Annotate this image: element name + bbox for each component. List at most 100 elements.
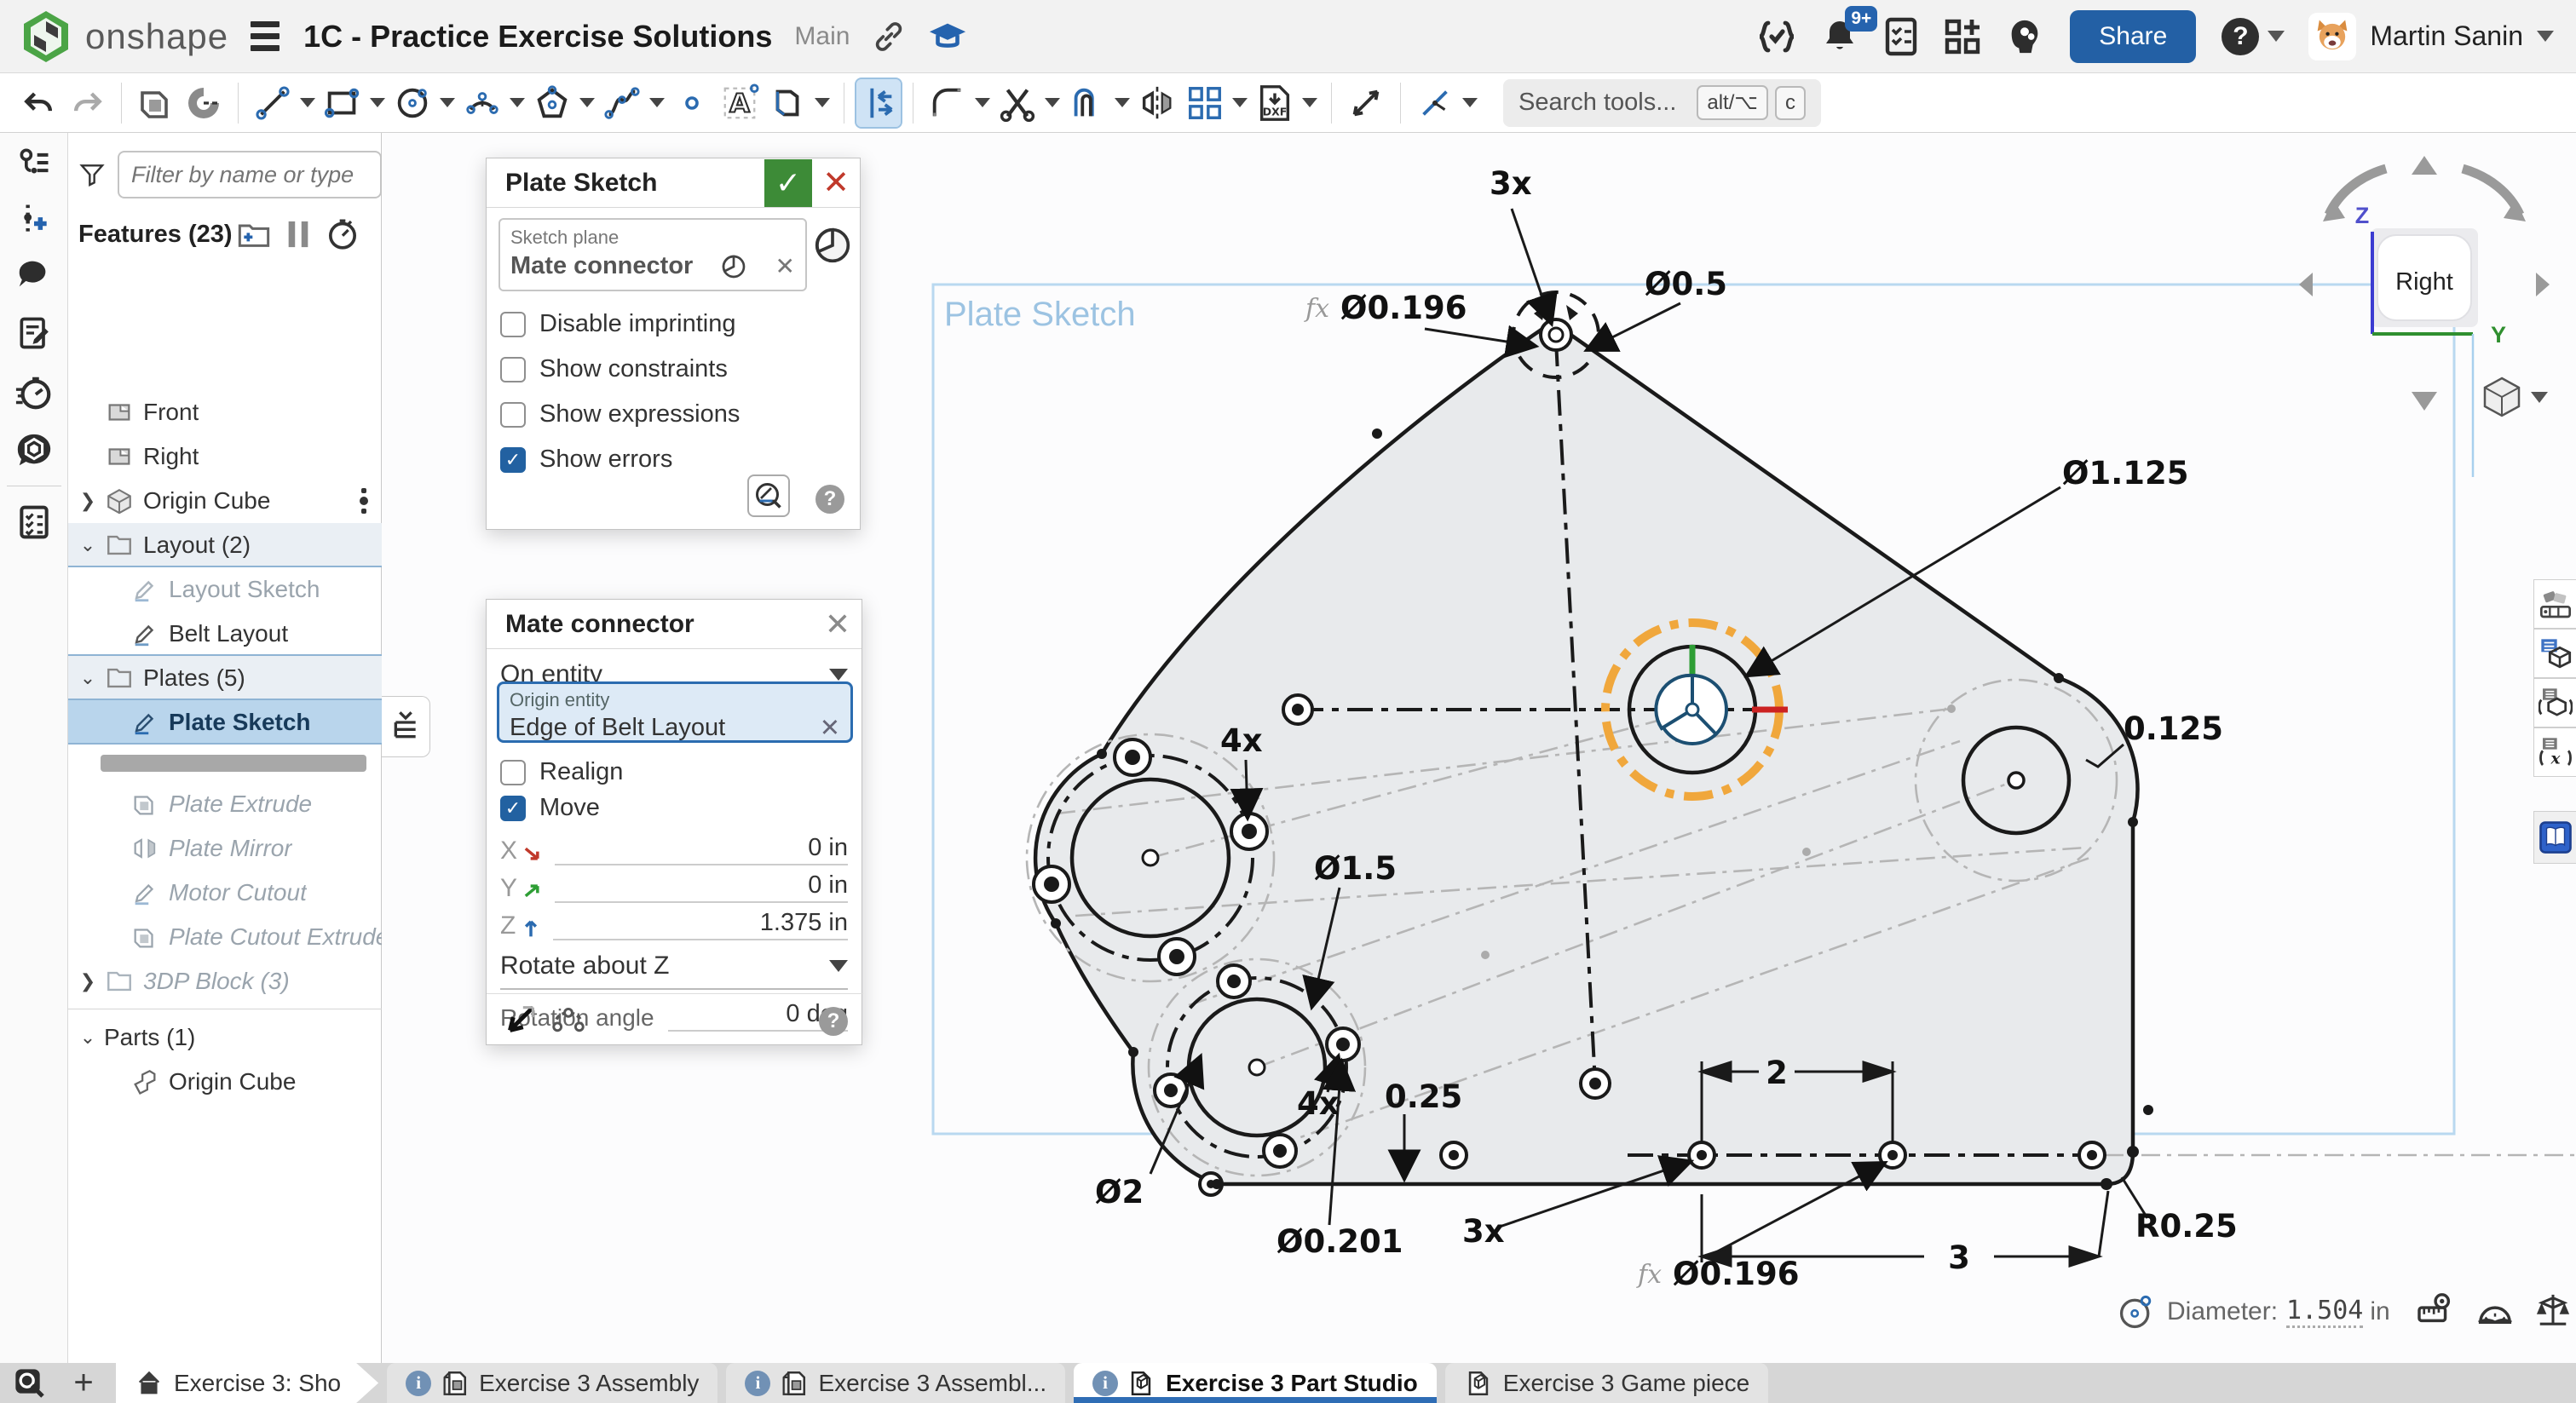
linear-pattern-tool[interactable] [1183,79,1227,127]
performance-icon[interactable] [0,368,68,417]
onshape-assistant-icon[interactable] [0,426,68,475]
show-expressions-checkbox[interactable]: ✓Show expressions [500,400,740,428]
checklist-icon[interactable] [0,497,68,547]
line-tool-caret[interactable] [300,98,315,107]
move-checkbox[interactable]: ✓Move [500,794,600,822]
filter-input[interactable] [118,151,382,198]
text-tool[interactable]: A [717,79,762,127]
slot-tool[interactable] [765,79,810,127]
workspace-branch[interactable]: Main [794,22,850,51]
feature-row-layout-folder[interactable]: ⌄ Layout (2) [68,523,382,567]
rollback-bar[interactable] [101,755,366,772]
mirror-tool[interactable] [1135,79,1179,127]
rotate-down-arrow[interactable] [2412,392,2437,411]
rectangle-tool-caret[interactable] [370,98,385,107]
show-errors-checkbox[interactable]: ✓Show errors [500,446,672,474]
measure-angle-icon[interactable] [2475,1291,2515,1331]
reorient-secondary-axis-icon[interactable] [550,1003,587,1038]
onshape-logo[interactable]: onshape [19,9,228,64]
tab-assembly-1[interactable]: i Exercise 3 Assembly [387,1363,717,1403]
feature-row-right[interactable]: Right [68,434,382,479]
expand-caret-icon[interactable]: ❯ [73,970,102,992]
flip-primary-axis-icon[interactable] [500,1003,539,1038]
x-offset-row[interactable]: X 0 in [500,828,848,865]
view-cube[interactable]: Right Z Y [2299,156,2550,477]
learning-panel-button[interactable] [2533,811,2576,864]
new-tab-button[interactable]: + [60,1363,107,1403]
accept-button[interactable]: ✓ [764,159,812,207]
construction-tool-caret[interactable] [1462,98,1478,107]
measure-distance-icon[interactable] [2418,1291,2457,1331]
user-avatar[interactable] [2308,13,2356,60]
rotate-up-arrow[interactable] [2412,156,2437,175]
dialog-help-button[interactable]: ? [815,485,844,514]
notifications-bell[interactable]: 9+ [1819,16,1860,57]
apps-store-icon[interactable] [1942,16,1983,57]
feature-row-origin-cube[interactable]: ❯ Origin Cube [68,479,382,523]
spline-tool[interactable] [600,79,644,127]
clear-field-icon[interactable]: ✕ [775,252,795,280]
feature-row-layout-sketch[interactable]: Layout Sketch [68,567,382,612]
disable-imprinting-checkbox[interactable]: ✓Disable imprinting [500,310,736,338]
clear-field-icon[interactable]: ✕ [820,713,840,743]
bom-panel-button[interactable] [2533,629,2576,678]
feature-row-plate-cutout-extrude[interactable]: Plate Cutout Extrude [68,915,382,959]
help-caret-icon[interactable] [2268,31,2285,42]
featurescript-icon[interactable] [1756,16,1797,57]
parts-section-row[interactable]: ⌄ Parts (1) [68,1015,382,1060]
slot-tool-caret[interactable] [815,98,830,107]
search-tools[interactable]: Search tools... alt/⌥ c [1503,79,1821,127]
origin-entity-field[interactable]: Origin entity Edge of Belt Layout ✕ [497,681,853,743]
tab-game-piece[interactable]: Exercise 3 Game piece [1445,1363,1768,1403]
filter-icon[interactable] [78,158,106,191]
close-dialog-button[interactable]: ✕ [814,601,862,648]
user-menu-caret-icon[interactable] [2537,31,2554,42]
collapse-caret-icon[interactable]: ⌄ [73,667,102,689]
rotate-axis-select[interactable]: Rotate about Z [500,944,848,990]
feature-row-plates-folder[interactable]: ⌄ Plates (5) [68,656,382,700]
feature-row-plate-sketch[interactable]: Plate Sketch [68,700,382,745]
realign-checkbox[interactable]: ✓Realign [500,758,623,786]
cancel-button[interactable]: ✕ [812,159,860,207]
status-value[interactable]: 1.504 [2286,1296,2363,1328]
feature-list-icon[interactable] [0,138,68,187]
insert-feature-icon[interactable] [0,194,68,244]
circle-tool-caret[interactable] [440,98,455,107]
feature-row-plate-mirror[interactable]: Plate Mirror [68,826,382,871]
new-folder-icon[interactable] [237,219,271,250]
view-options-caret[interactable] [2531,392,2548,403]
polygon-tool-caret[interactable] [579,98,595,107]
user-name[interactable]: Martin Sanin [2370,20,2523,52]
view-options-cube-button[interactable] [2485,378,2548,416]
spline-tool-caret[interactable] [649,98,665,107]
main-menu-icon[interactable] [251,21,279,51]
notes-icon[interactable] [0,308,68,358]
configurations-panel-button[interactable] [2533,678,2576,727]
trim-tool-caret[interactable] [1045,98,1060,107]
show-constraints-checkbox[interactable]: ✓Show constraints [500,355,728,383]
arc-tool-caret[interactable] [510,98,525,107]
variables-panel-button[interactable]: x [2533,727,2576,777]
mate-connector-picker-icon[interactable] [814,227,851,264]
line-tool[interactable] [251,79,295,127]
revolve-tool[interactable] [182,79,226,127]
collapse-caret-icon[interactable]: ⌄ [73,534,102,556]
view-cube-face-label[interactable]: Right [2395,268,2453,296]
dxf-tool-caret[interactable] [1302,98,1317,107]
circle-tool[interactable] [390,79,435,127]
offset-tool[interactable] [1065,79,1109,127]
copy-link-icon[interactable] [872,20,906,54]
comments-icon[interactable] [0,250,68,300]
measure-tool[interactable] [1344,79,1388,127]
feature-row-3dp-block-folder[interactable]: ❯ 3DP Block (3) [68,959,382,1003]
sketch-plane-field[interactable]: Sketch plane Mate connector ✕ [498,218,807,291]
feature-row-motor-cutout[interactable]: Motor Cutout [68,871,382,915]
share-button[interactable]: Share [2070,10,2196,63]
feature-row-belt-layout[interactable]: Belt Layout [68,612,382,656]
collapse-caret-icon[interactable]: ⌄ [73,1026,102,1049]
offset-tool-caret[interactable] [1115,98,1130,107]
z-offset-row[interactable]: Z 1.375 in [500,903,848,940]
dxf-import-tool[interactable]: DXF [1253,79,1297,127]
suppress-pause-icon[interactable] [286,220,310,249]
feature-row-front[interactable]: Front [68,390,382,434]
